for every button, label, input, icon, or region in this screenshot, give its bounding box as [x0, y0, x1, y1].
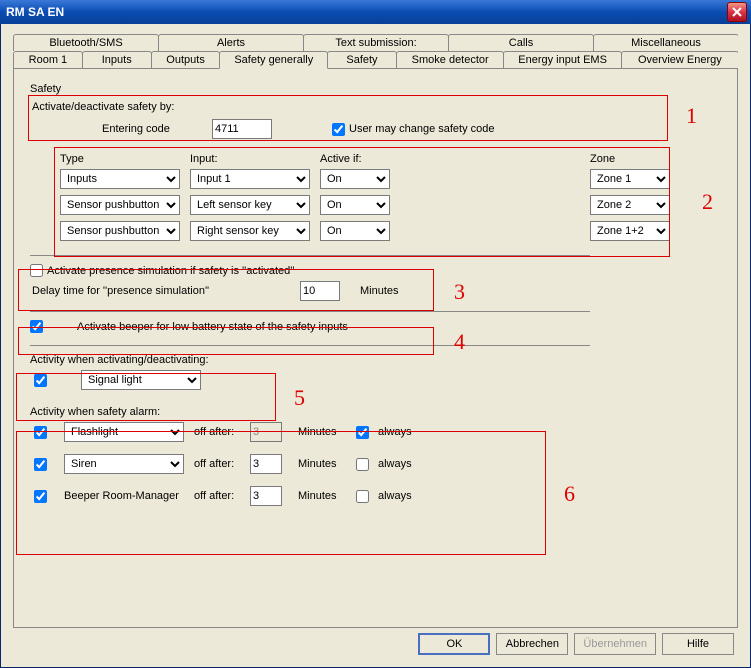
tab-outputs[interactable]: Outputs	[151, 51, 221, 69]
tab-smoke-detector[interactable]: Smoke detector	[396, 51, 505, 69]
header-type: Type	[60, 153, 180, 165]
alarm-2-always-checkbox[interactable]	[356, 458, 369, 471]
alarm-2-num-input[interactable]	[250, 454, 282, 474]
tab-row-2: Room 1 Inputs Outputs Safety generally S…	[13, 51, 738, 69]
input-select-2[interactable]: Left sensor key	[190, 195, 310, 215]
presence-sim-checkbox[interactable]	[30, 264, 43, 277]
activity-act-checkbox[interactable]	[34, 374, 47, 387]
ok-button[interactable]: OK	[418, 633, 490, 655]
alarm-1-min-label: Minutes	[290, 426, 350, 438]
alarm-3-always-checkbox[interactable]	[356, 490, 369, 503]
safety-group-label: Safety	[30, 83, 721, 95]
entering-code-label: Entering code	[102, 123, 212, 135]
type-select-2[interactable]: Sensor pushbutton	[60, 195, 180, 215]
alarm-3-min-label: Minutes	[290, 490, 350, 502]
alarm-1-off-label: off after:	[194, 426, 250, 438]
apply-button: Übernehmen	[574, 633, 656, 655]
activity-act-select[interactable]: Signal light	[81, 370, 201, 390]
alarm-2-device-select[interactable]: Siren	[64, 454, 184, 474]
tab-miscellaneous[interactable]: Miscellaneous	[593, 34, 738, 51]
tab-alerts[interactable]: Alerts	[158, 34, 304, 51]
alarm-1-device-select[interactable]: Flashlight	[64, 422, 184, 442]
user-may-change-checkbox[interactable]	[332, 123, 345, 136]
input-select-1[interactable]: Input 1	[190, 169, 310, 189]
header-active: Active if:	[320, 153, 390, 165]
alarm-label: Activity when safety alarm:	[30, 406, 721, 418]
alarm-2-off-label: off after:	[194, 458, 250, 470]
zone-select-1[interactable]: Zone 1	[590, 169, 670, 189]
tab-bluetooth-sms[interactable]: Bluetooth/SMS	[13, 34, 159, 51]
active-select-3[interactable]: On	[320, 221, 390, 241]
alarm-3-always-label: always	[378, 490, 428, 502]
tab-text-submission[interactable]: Text submission:	[303, 34, 449, 51]
close-button[interactable]	[727, 2, 747, 22]
type-select-1[interactable]: Inputs	[60, 169, 180, 189]
alarm-3-off-label: off after:	[194, 490, 250, 502]
active-select-1[interactable]: On	[320, 169, 390, 189]
alarm-1-always-label: always	[378, 426, 428, 438]
type-select-3[interactable]: Sensor pushbutton	[60, 221, 180, 241]
alarm-3-device-label: Beeper Room-Manager	[64, 490, 194, 502]
tab-energy-input-ems[interactable]: Energy input EMS	[503, 51, 621, 69]
activate-deactivate-label: Activate/deactivate safety by:	[32, 101, 721, 113]
tab-calls[interactable]: Calls	[448, 34, 594, 51]
delay-input[interactable]	[300, 281, 340, 301]
cancel-button[interactable]: Abbrechen	[496, 633, 568, 655]
alarm-2-checkbox[interactable]	[34, 458, 47, 471]
presence-sim-label: Activate presence simulation if safety i…	[47, 265, 294, 277]
header-zone: Zone	[590, 153, 670, 165]
alarm-3-num-input[interactable]	[250, 486, 282, 506]
code-input[interactable]	[212, 119, 272, 139]
tab-room-1[interactable]: Room 1	[13, 51, 83, 69]
tab-inputs[interactable]: Inputs	[82, 51, 152, 69]
delay-label: Delay time for ''presence simulation''	[30, 285, 300, 297]
active-select-2[interactable]: On	[320, 195, 390, 215]
alarm-2-always-label: always	[378, 458, 428, 470]
window-title: RM SA EN	[4, 5, 727, 19]
zone-select-3[interactable]: Zone 1+2	[590, 221, 670, 241]
alarm-1-always-checkbox[interactable]	[356, 426, 369, 439]
header-input: Input:	[190, 153, 310, 165]
alarm-2-min-label: Minutes	[290, 458, 350, 470]
tab-overview-energy[interactable]: Overview Energy	[621, 51, 738, 69]
alarm-1-num-input	[250, 422, 282, 442]
beeper-label: Activate beeper for low battery state of…	[77, 321, 348, 333]
activity-act-label: Activity when activating/deactivating:	[30, 354, 721, 366]
input-select-3[interactable]: Right sensor key	[190, 221, 310, 241]
alarm-1-checkbox[interactable]	[34, 426, 47, 439]
tab-row-1: Bluetooth/SMS Alerts Text submission: Ca…	[13, 34, 738, 51]
user-may-change-label: User may change safety code	[349, 123, 495, 135]
help-button[interactable]: Hilfe	[662, 633, 734, 655]
alarm-3-checkbox[interactable]	[34, 490, 47, 503]
delay-minutes-label: Minutes	[360, 285, 399, 297]
beeper-checkbox[interactable]	[30, 320, 43, 333]
tab-safety-generally[interactable]: Safety generally	[219, 51, 328, 69]
tab-safety[interactable]: Safety	[327, 51, 397, 69]
zone-select-2[interactable]: Zone 2	[590, 195, 670, 215]
